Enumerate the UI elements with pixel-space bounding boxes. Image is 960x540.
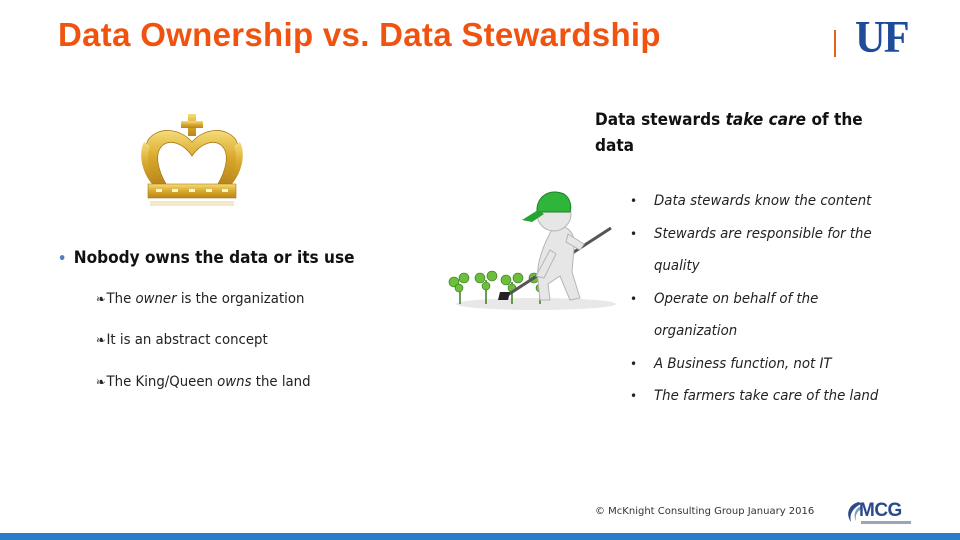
title-divider — [834, 30, 836, 57]
hedera-bullet-icon: ❧ — [96, 333, 106, 347]
bullet-dot: • — [58, 251, 67, 267]
list-item: • Data stewards know the content — [630, 185, 920, 218]
slide-title: Data Ownership vs. Data Stewardship — [58, 16, 661, 53]
farmer-illustration — [448, 191, 616, 310]
footer-copyright: © McKnight Consulting Group January 2016 — [595, 506, 815, 517]
steward-bullet-list: • Data stewards know the content • Steward… — [630, 185, 920, 413]
mcg-logo: MCG — [845, 500, 915, 528]
list-item: • The farmers take care of the land — [630, 380, 920, 413]
bottom-accent-bar — [0, 533, 960, 540]
right-heading: Data stewards take care of the data — [595, 110, 863, 155]
hedera-bullet-icon: ❧ — [96, 292, 106, 306]
uf-logo: UF — [855, 11, 910, 62]
crown-icon — [141, 114, 243, 206]
mcg-tagline — [861, 521, 911, 524]
list-item: • A Business function, not IT — [630, 348, 920, 381]
bullet-dot: • — [630, 389, 638, 403]
left-sub-item: ❧The owner is the organization — [96, 291, 305, 307]
bullet-dot: • — [630, 226, 638, 241]
green-cap — [536, 191, 572, 213]
left-sub-item: ❧The King/Queen owns the land — [96, 374, 311, 390]
bullet-dot: • — [630, 291, 638, 306]
bullet-dot: • — [630, 194, 638, 208]
crown-arches — [144, 130, 240, 185]
left-main-bullet: • Nobody owns the data or its use — [58, 248, 354, 267]
hedera-bullet-icon: ❧ — [96, 375, 106, 389]
left-heading: Nobody owns the data or its use — [73, 248, 355, 267]
bullet-dot: • — [630, 356, 638, 371]
list-item: • Operate on behalf of the organization — [630, 283, 920, 348]
list-item: • Stewards are responsible for the qualit… — [630, 218, 920, 283]
left-sub-item: ❧It is an abstract concept — [96, 332, 268, 348]
mcg-logo-text: MCG — [859, 500, 902, 521]
crown-cross — [181, 114, 203, 136]
